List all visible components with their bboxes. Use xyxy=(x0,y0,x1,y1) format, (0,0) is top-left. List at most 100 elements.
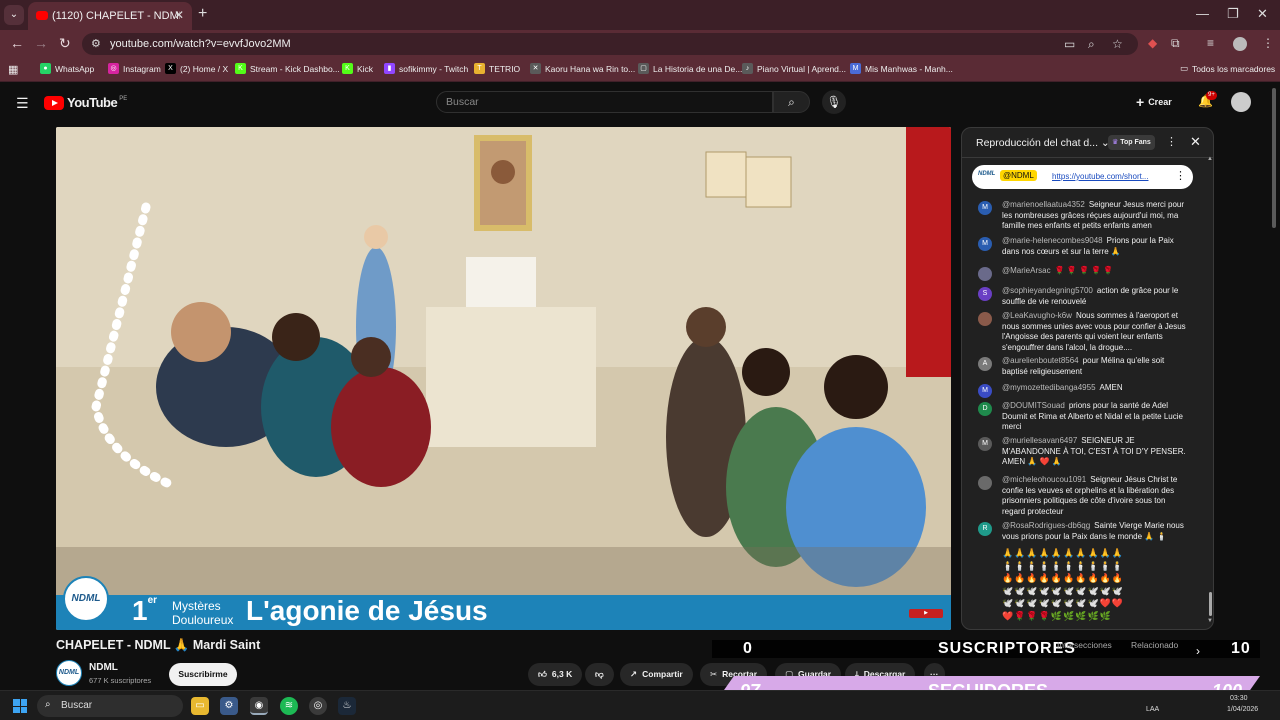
chat-title[interactable]: Reproducción del chat d... ⌄ xyxy=(976,137,1110,149)
chat-author-avatar[interactable] xyxy=(978,267,992,281)
chat-author-avatar[interactable]: M xyxy=(978,384,992,398)
language-indicator[interactable]: LAA xyxy=(1146,706,1159,713)
clock-date[interactable]: 1/04/2026 xyxy=(1227,706,1258,713)
bookmark-item[interactable]: K Kick xyxy=(342,63,373,74)
chip-relacionado[interactable]: Relacionado xyxy=(1131,640,1178,650)
chat-author-name[interactable]: @sophieyandegning5700 xyxy=(1002,286,1093,295)
chat-more-icon[interactable]: ⋮ xyxy=(1166,135,1177,148)
bookmark-item[interactable]: ▢ La Historia de una De... xyxy=(638,63,742,74)
bookmark-item[interactable]: K Stream - Kick Dashbo... xyxy=(235,63,340,74)
chat-author-avatar[interactable]: D xyxy=(978,402,992,416)
bookmark-item[interactable]: ▮ sofikimmy - Twitch xyxy=(384,63,468,74)
like-button[interactable]: 👍︎ 6,3 K xyxy=(528,663,583,686)
channel-avatar[interactable]: NDML xyxy=(56,660,82,686)
chat-message[interactable]: M @muriellesavan6497 SEIGNEUR JE M'ABANDON… xyxy=(978,436,1188,468)
chat-author-name[interactable]: @micheleohoucou1091 xyxy=(1002,475,1086,484)
windows-start-icon[interactable] xyxy=(13,699,27,713)
search-input[interactable]: Buscar xyxy=(436,91,773,113)
bookmark-item[interactable]: ✕ Kaoru Hana wa Rin to... xyxy=(530,63,635,74)
browser-tab[interactable]: (1120) CHAPELET - NDML 🙏 ✕ xyxy=(28,2,192,30)
chat-author-avatar[interactable]: M xyxy=(978,437,992,451)
chat-message[interactable]: @LeaKavugho-k6w Nous sommes à l'aeroport … xyxy=(978,311,1188,353)
chat-author-name[interactable]: @RosaRodrigues-db6qg xyxy=(1002,521,1090,530)
bookmark-item[interactable]: X (2) Home / X xyxy=(165,63,228,74)
back-button[interactable]: ← xyxy=(10,35,24,51)
chat-author-avatar[interactable]: A xyxy=(978,357,992,371)
top-fans-badge[interactable]: ♛ Top Fans xyxy=(1108,135,1155,150)
dislike-button[interactable]: 👎︎ xyxy=(585,663,614,686)
minimize-button[interactable]: — xyxy=(1196,6,1209,21)
chat-author-avatar[interactable]: S xyxy=(978,287,992,301)
chip-intersecciones[interactable]: Intersecciones xyxy=(1057,640,1112,650)
pinned-link[interactable]: https://youtube.com/short... xyxy=(1052,172,1149,181)
extension-icon[interactable]: ◆ xyxy=(1148,36,1157,50)
create-button[interactable]: + Crear xyxy=(1136,94,1172,110)
video-player[interactable]: NDML 1er Mystères Douloureux L'agonie de… xyxy=(56,127,951,630)
chat-author-avatar[interactable]: M xyxy=(978,201,992,215)
chat-message[interactable]: @micheleohoucou1091 Seigneur Jésus Christ… xyxy=(978,475,1188,517)
chat-message[interactable]: A @aurelienboutet8564 pour Mélina qu'elle … xyxy=(978,356,1188,377)
voice-search-button[interactable]: 🎙 xyxy=(822,90,846,114)
chat-author-avatar[interactable] xyxy=(978,312,992,326)
bookmark-item[interactable]: ♪ Piano Virtual | Aprend... xyxy=(742,63,846,74)
chat-author-name[interactable]: @aurelienboutet8564 xyxy=(1002,356,1079,365)
chat-author-avatar[interactable]: M xyxy=(978,237,992,251)
chat-message[interactable]: R @RosaRodrigues-db6qg Sainte Vierge Marie… xyxy=(978,521,1188,542)
hamburger-menu-icon[interactable]: ☰ xyxy=(16,95,29,112)
subscribe-button[interactable]: Suscribirme xyxy=(169,663,237,686)
apps-grid-icon[interactable]: ▦ xyxy=(8,63,18,76)
chat-author-name[interactable]: @marienoellaatua4352 xyxy=(1002,200,1085,209)
chips-next-icon[interactable]: › xyxy=(1196,644,1200,658)
chat-scrollbar[interactable]: ▲ ▼ xyxy=(1207,156,1213,624)
settings-icon[interactable]: ⚙ xyxy=(220,697,238,715)
chat-message[interactable]: S @sophieyandegning5700 action de grâce po… xyxy=(978,286,1188,307)
window-close-button[interactable]: ✕ xyxy=(1257,6,1268,22)
chat-message[interactable]: M @marie-helenecombes9048 Prions pour la P… xyxy=(978,236,1188,257)
media-controls-icon[interactable]: ≡ xyxy=(1207,36,1214,50)
chat-author-name[interactable]: @LeaKavugho-k6w xyxy=(1002,311,1072,320)
new-tab-button[interactable]: + xyxy=(198,5,207,23)
cast-icon[interactable]: ▭ xyxy=(1064,37,1075,51)
account-avatar[interactable] xyxy=(1231,92,1251,112)
taskbar-search[interactable]: ⌕ Buscar xyxy=(37,695,183,717)
chat-message[interactable]: D @DOUMITSouad prions pour la santé de Ade… xyxy=(978,401,1188,433)
clock-time[interactable]: 03:30 xyxy=(1230,695,1248,702)
chat-author-name[interactable]: @DOUMITSouad xyxy=(1002,401,1065,410)
spotify-icon[interactable]: ≋ xyxy=(280,697,298,715)
steam-icon[interactable]: ♨ xyxy=(338,697,356,715)
chat-message[interactable]: M @mymozettedibanga4955 AMEN xyxy=(978,383,1188,398)
site-settings-icon[interactable]: ⚙ xyxy=(91,37,101,50)
bookmark-item[interactable]: ● WhatsApp xyxy=(40,63,94,74)
chat-author-name[interactable]: @muriellesavan6497 xyxy=(1002,436,1077,445)
forward-button[interactable]: → xyxy=(34,35,48,51)
restore-button[interactable]: ❐ xyxy=(1227,6,1239,22)
chat-author-avatar[interactable]: R xyxy=(978,522,992,536)
tab-close-icon[interactable]: ✕ xyxy=(174,8,184,22)
chat-author-name[interactable]: @mymozettedibanga4955 xyxy=(1002,383,1096,392)
share-button[interactable]: ↗ Compartir xyxy=(620,663,693,686)
tab-search-button[interactable]: ⌄ xyxy=(4,5,24,25)
all-bookmarks[interactable]: ▭ Todos los marcadores xyxy=(1180,63,1275,74)
chat-message[interactable]: @MarieArsac 🌹 🌹 🌹 🌹 🌹 xyxy=(978,266,1188,281)
reload-button[interactable]: ↻ xyxy=(59,35,71,52)
chat-author-avatar[interactable] xyxy=(978,476,992,490)
chrome-icon[interactable]: ◉ xyxy=(250,697,268,715)
browser-menu-icon[interactable]: ⋮ xyxy=(1262,36,1274,50)
search-button[interactable]: ⌕ xyxy=(773,91,810,113)
bookmark-star-icon[interactable]: ☆ xyxy=(1112,37,1123,51)
chat-close-icon[interactable]: ✕ xyxy=(1190,134,1201,150)
zoom-icon[interactable]: ⌕ xyxy=(1088,37,1095,52)
page-scrollbar-thumb[interactable] xyxy=(1272,88,1276,228)
scroll-up-icon[interactable]: ▲ xyxy=(1207,156,1213,162)
bookmark-item[interactable]: M Mis Manhwas - Manh... xyxy=(850,63,953,74)
chat-message[interactable]: M @marienoellaatua4352 Seigneur Jesus merc… xyxy=(978,200,1188,232)
bookmark-item[interactable]: ◎ Instagram xyxy=(108,63,161,74)
pinned-more-icon[interactable]: ⋮ xyxy=(1175,169,1186,182)
bookmark-item[interactable]: T TETRIO xyxy=(474,63,520,74)
file-explorer-icon[interactable]: ▭ xyxy=(191,697,209,715)
chat-scrollbar-thumb[interactable] xyxy=(1209,592,1212,616)
chat-author-name[interactable]: @marie-helenecombes9048 xyxy=(1002,236,1103,245)
extensions-puzzle-icon[interactable]: ⧉ xyxy=(1171,36,1180,51)
obs-icon[interactable]: ◎ xyxy=(309,697,327,715)
profile-avatar[interactable] xyxy=(1233,37,1247,51)
